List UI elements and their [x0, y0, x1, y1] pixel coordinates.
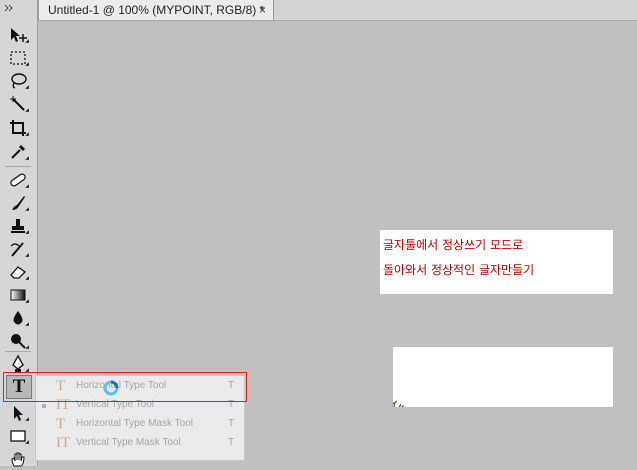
flyout-item-vertical-type-mask[interactable]: IT Vertical Type Mask Tool T — [36, 434, 244, 453]
instruction-line-1: 글자툴에서 정상쓰기 모드로 — [383, 238, 524, 252]
flyout-item-horizontal-type-mask[interactable]: T Horizontal Type Mask Tool T — [36, 415, 244, 434]
svg-text:MYPOINT: MYPOINT — [393, 365, 408, 407]
blur-tool-icon[interactable] — [5, 307, 31, 329]
flyout-item-shortcut: T — [228, 418, 235, 429]
type-tool-glyph: T — [12, 376, 26, 397]
gradient-tool-icon[interactable] — [5, 284, 31, 306]
eraser-tool-icon[interactable] — [5, 261, 31, 283]
document-tab-bar: Untitled-1 @ 100% (MYPOINT, RGB/8) * × — [0, 0, 637, 21]
clone-stamp-icon[interactable] — [5, 215, 31, 237]
flyout-item-shortcut: T — [228, 399, 235, 410]
path-selection-icon[interactable] — [5, 402, 31, 424]
rectangle-tool-icon[interactable] — [5, 425, 31, 447]
flyout-item-vertical-type[interactable]: IT Vertical Type Tool T — [36, 396, 244, 415]
type-tool-icon[interactable]: T — [6, 375, 32, 399]
flyout-item-label: Vertical Type Tool — [76, 399, 155, 410]
instruction-line-2: 돌아와서 정상적인 글자만들기 — [383, 263, 535, 277]
pen-tool-icon[interactable] — [5, 353, 31, 375]
flyout-item-label: Vertical Type Mask Tool — [76, 437, 181, 448]
dodge-tool-icon[interactable] — [5, 330, 31, 352]
vertical-type-mask-icon: IT — [56, 435, 71, 451]
flyout-item-shortcut: T — [228, 380, 235, 391]
close-icon[interactable]: × — [259, 0, 266, 20]
brush-tool-icon[interactable] — [5, 192, 31, 214]
lasso-tool-icon[interactable] — [5, 70, 31, 92]
horizontal-type-icon: T — [56, 378, 66, 394]
flyout-item-horizontal-type[interactable]: T Horizontal Type Tool T — [36, 377, 244, 396]
busy-cursor-icon — [103, 380, 119, 396]
flyout-item-shortcut: T — [228, 437, 235, 448]
curved-text-panel: MYPOINT — [378, 347, 613, 415]
instruction-note-panel: 글자툴에서 정상쓰기 모드로 돌아와서 정상적인 글자만들기 — [380, 230, 613, 294]
curved-text: MYPOINT — [378, 365, 408, 415]
document-tab-title: Untitled-1 @ 100% (MYPOINT, RGB/8) * — [48, 3, 265, 17]
tools-panel: T — [0, 0, 38, 467]
history-brush-icon[interactable] — [5, 238, 31, 260]
toolbar-divider — [5, 166, 31, 167]
document-tab[interactable]: Untitled-1 @ 100% (MYPOINT, RGB/8) * × — [38, 0, 274, 20]
vertical-type-icon: IT — [56, 397, 71, 413]
marquee-tool-icon[interactable] — [5, 47, 31, 69]
hand-tool-icon[interactable] — [5, 448, 31, 470]
eyedropper-tool-icon[interactable] — [5, 141, 31, 163]
flyout-item-label: Horizontal Type Tool — [76, 380, 167, 391]
current-tool-bullet-icon — [42, 404, 46, 408]
move-tool-icon[interactable] — [5, 24, 31, 46]
healing-brush-icon[interactable] — [5, 169, 31, 191]
toolbar-divider — [5, 351, 31, 352]
curved-text-graphic: MYPOINT — [378, 365, 408, 415]
magic-wand-tool-icon[interactable] — [5, 93, 31, 115]
horizontal-type-mask-icon: T — [56, 416, 66, 432]
panel-collapse-icon[interactable] — [4, 4, 14, 12]
flyout-item-label: Horizontal Type Mask Tool — [76, 418, 193, 429]
crop-tool-icon[interactable] — [5, 117, 31, 139]
type-tool-flyout-menu: T Horizontal Type Tool T IT Vertical Typ… — [35, 375, 245, 461]
